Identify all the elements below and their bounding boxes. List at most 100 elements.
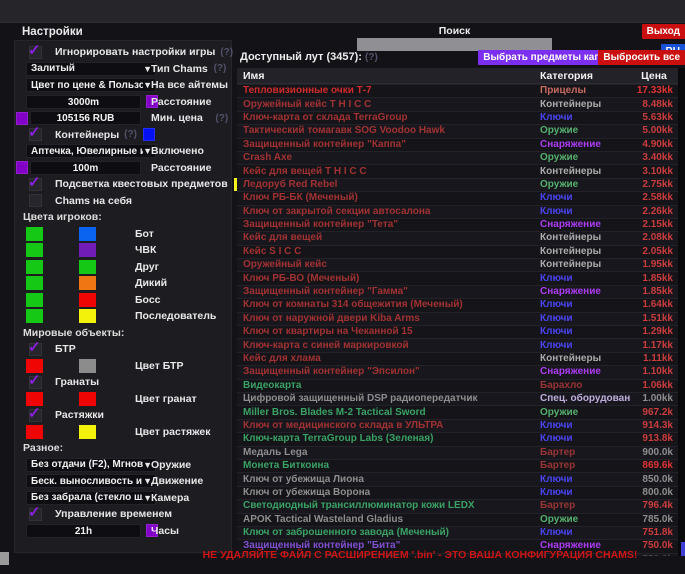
color-follower-swatch-2[interactable] [79, 309, 96, 323]
loot-row[interactable]: Медаль LegaБартер900.0k [237, 446, 678, 459]
color-tripwires-swatch-2[interactable] [79, 425, 96, 439]
help-icon[interactable]: (?) [124, 129, 137, 140]
column-header-category[interactable]: Категория [540, 70, 630, 82]
grenades-checkbox[interactable]: ✓ [29, 376, 42, 389]
color-friend-swatch-2[interactable] [79, 260, 96, 274]
color-swatch[interactable] [16, 112, 28, 125]
ignore-game-settings-checkbox[interactable]: ✓ [29, 46, 42, 59]
loot-row[interactable]: Ключ от квартиры на Чеканной 15Ключи1.29… [237, 325, 678, 338]
loot-name: Ключ от убежища Ворона [237, 487, 540, 499]
loot-row[interactable]: Ключ от убежища ЛионаКлючи850.0k [237, 472, 678, 485]
loot-row[interactable]: Ключ РБ-БК (Меченый)Ключи2.58kk [237, 191, 678, 204]
color-btr-swatch-2[interactable] [79, 359, 96, 373]
loot-row[interactable]: Защищенный контейнер "Эпсилон"Снаряжение… [237, 365, 678, 378]
loot-row[interactable]: ВидеокартаБарахло1.06kk [237, 379, 678, 392]
column-header-name[interactable]: Имя [237, 70, 540, 82]
color-follower-swatch-1[interactable] [26, 309, 43, 323]
loot-row[interactable]: Crash AxeОружие3.40kk [237, 151, 678, 164]
dropdown-value: Залитый [31, 63, 75, 74]
color-grenades-swatch-2[interactable] [79, 392, 96, 406]
all-items-mode-dropdown[interactable]: Цвет по цене & Пользователь▼ [26, 78, 156, 92]
loot-name: Оружейный кейс T H I C C [237, 99, 540, 111]
loot-row[interactable]: Светодиодный трансиллюминатор кожи LEDXБ… [237, 499, 678, 512]
quest-highlight-checkbox[interactable]: ✓ [29, 178, 42, 191]
resize-handle[interactable] [0, 552, 9, 565]
loot-row[interactable]: Оружейный кейс T H I C CКонтейнеры8.48kk [237, 97, 678, 110]
loot-price: 1.64kk [630, 299, 678, 311]
loot-row[interactable]: Miller Bros. Blades M-2 Tactical SwordОр… [237, 405, 678, 418]
loot-row[interactable]: Ключ от комнаты 314 общежития (Меченый)К… [237, 298, 678, 311]
color-scav-swatch-2[interactable] [79, 276, 96, 290]
loot-row[interactable]: Оружейный кейсКонтейнеры1.95kk [237, 258, 678, 271]
color-bot-swatch-1[interactable] [26, 227, 43, 241]
containers-checkbox[interactable]: ✓ [29, 128, 42, 141]
drop-all-button[interactable]: Выбросить все [598, 50, 685, 65]
select-kappa-items-button[interactable]: Выбрать предметы каппа [478, 50, 617, 65]
loot-row[interactable]: Кейс для вещейКонтейнеры2.08kk [237, 231, 678, 244]
color-swatch[interactable] [143, 128, 155, 141]
loot-row[interactable]: Цифровой защищенный DSP радиопередатчикС… [237, 392, 678, 405]
containers-filter-dropdown[interactable]: Аптечка, Ювелирные и...▼ [26, 144, 156, 158]
time-control-checkbox[interactable]: ✓ [29, 508, 42, 521]
loot-price: 1.06kk [630, 380, 678, 392]
loot-row[interactable]: Тактический томагавк SOG Voodoo HawkОруж… [237, 124, 678, 137]
loot-row[interactable]: Защищенный контейнер "Гамма"Снаряжение1.… [237, 285, 678, 298]
color-scav-swatch-1[interactable] [26, 276, 43, 290]
chams-self-checkbox[interactable] [29, 194, 42, 207]
help-icon[interactable]: (?) [214, 63, 227, 74]
time-hours-input[interactable]: 21h [26, 524, 141, 538]
loot-name: Ключ РБ-БК (Меченый) [237, 192, 540, 204]
help-icon[interactable]: (?) [365, 52, 378, 63]
loot-category: Снаряжение [540, 366, 630, 378]
loot-row[interactable]: Ключ от наружной двери Kiba ArmsКлючи1.5… [237, 312, 678, 325]
loot-price: 1.11kk [630, 353, 678, 365]
loot-row[interactable]: Ключ от закрытой секции автосалонаКлючи2… [237, 205, 678, 218]
loot-row[interactable]: Кейс для вещей T H I C CКонтейнеры3.10kk [237, 164, 678, 177]
color-boss-swatch-2[interactable] [79, 293, 96, 307]
loot-row[interactable]: Ключ от убежища ВоронаКлючи800.0k [237, 486, 678, 499]
color-bot-swatch-2[interactable] [79, 227, 96, 241]
color-pmc-swatch-1[interactable] [26, 243, 43, 257]
color-pair-label: Цвет БТР [135, 360, 183, 372]
dropdown-label: Тип Chams [151, 63, 208, 75]
exit-button[interactable]: Выход [642, 24, 685, 39]
check-icon: ✓ [28, 41, 41, 59]
loot-row[interactable]: Кейс S I C CКонтейнеры2.05kk [237, 245, 678, 258]
color-boss-swatch-1[interactable] [26, 293, 43, 307]
loot-row[interactable]: APOK Tactical Wasteland GladiusОружие785… [237, 513, 678, 526]
camera-mods-dropdown[interactable]: Без забрала (стекло шлема)▼ [26, 491, 156, 505]
color-tripwires-swatch-1[interactable] [26, 425, 43, 439]
tripwires-checkbox[interactable]: ✓ [29, 409, 42, 422]
loot-row[interactable]: Монета БиткоинаБартер869.6k [237, 459, 678, 472]
movement-mods-dropdown[interactable]: Беск. выносливость и нет уста:▼ [26, 474, 156, 488]
loot-row[interactable]: Ключ от медицинского склада в УЛЬТРАКлюч… [237, 419, 678, 432]
checkbox-label: Игнорировать настройки игры [55, 46, 215, 58]
loot-row[interactable]: Защищенный контейнер "Тета"Снаряжение2.1… [237, 218, 678, 231]
color-friend-swatch-1[interactable] [26, 260, 43, 274]
loot-price: 1.10kk [630, 366, 678, 378]
weapon-mods-dropdown[interactable]: Без отдачи (F2), Мгновенное п▼ [26, 458, 156, 472]
min-price-input[interactable]: 105156 RUB [30, 111, 141, 125]
row-chams-type: Залитый▼Тип Chams (?) [15, 61, 231, 78]
color-pmc-swatch-2[interactable] [79, 243, 96, 257]
loot-price: 2.05kk [630, 246, 678, 258]
available-loot-title: Доступный лут (3457): (?) [240, 51, 378, 63]
btr-checkbox[interactable]: ✓ [29, 343, 42, 356]
items-distance-input[interactable]: 3000m [26, 95, 141, 109]
loot-row[interactable]: Кейс для хламаКонтейнеры1.11kk [237, 352, 678, 365]
loot-row[interactable]: Ледоруб Red RebelОружие2.75kk [237, 178, 678, 191]
loot-row[interactable]: Ключ-карта TerraGroup Labs (Зеленая)Ключ… [237, 432, 678, 445]
containers-distance-input[interactable]: 100m [30, 161, 141, 175]
loot-row[interactable]: Защищенный контейнер "Каппа"Снаряжение4.… [237, 138, 678, 151]
loot-row[interactable]: Тепловизионные очки Т-7Прицелы17.33kk [237, 84, 678, 97]
help-icon[interactable]: (?) [215, 113, 228, 124]
help-icon[interactable]: (?) [220, 47, 233, 58]
loot-scrollbar[interactable] [678, 68, 685, 556]
loot-row[interactable]: Ключ от заброшенного завода (Меченый)Клю… [237, 526, 678, 539]
column-header-price[interactable]: Цена [630, 70, 678, 82]
loot-row[interactable]: Ключ-карта с синей маркировкойКлючи1.17k… [237, 338, 678, 351]
chams-type-dropdown[interactable]: Залитый▼ [26, 62, 156, 76]
loot-row[interactable]: Ключ-карта от склада TerraGroupКлючи5.63… [237, 111, 678, 124]
loot-row[interactable]: Ключ РБ-ВО (Меченый)Ключи1.85kk [237, 271, 678, 284]
color-swatch[interactable] [16, 161, 28, 174]
